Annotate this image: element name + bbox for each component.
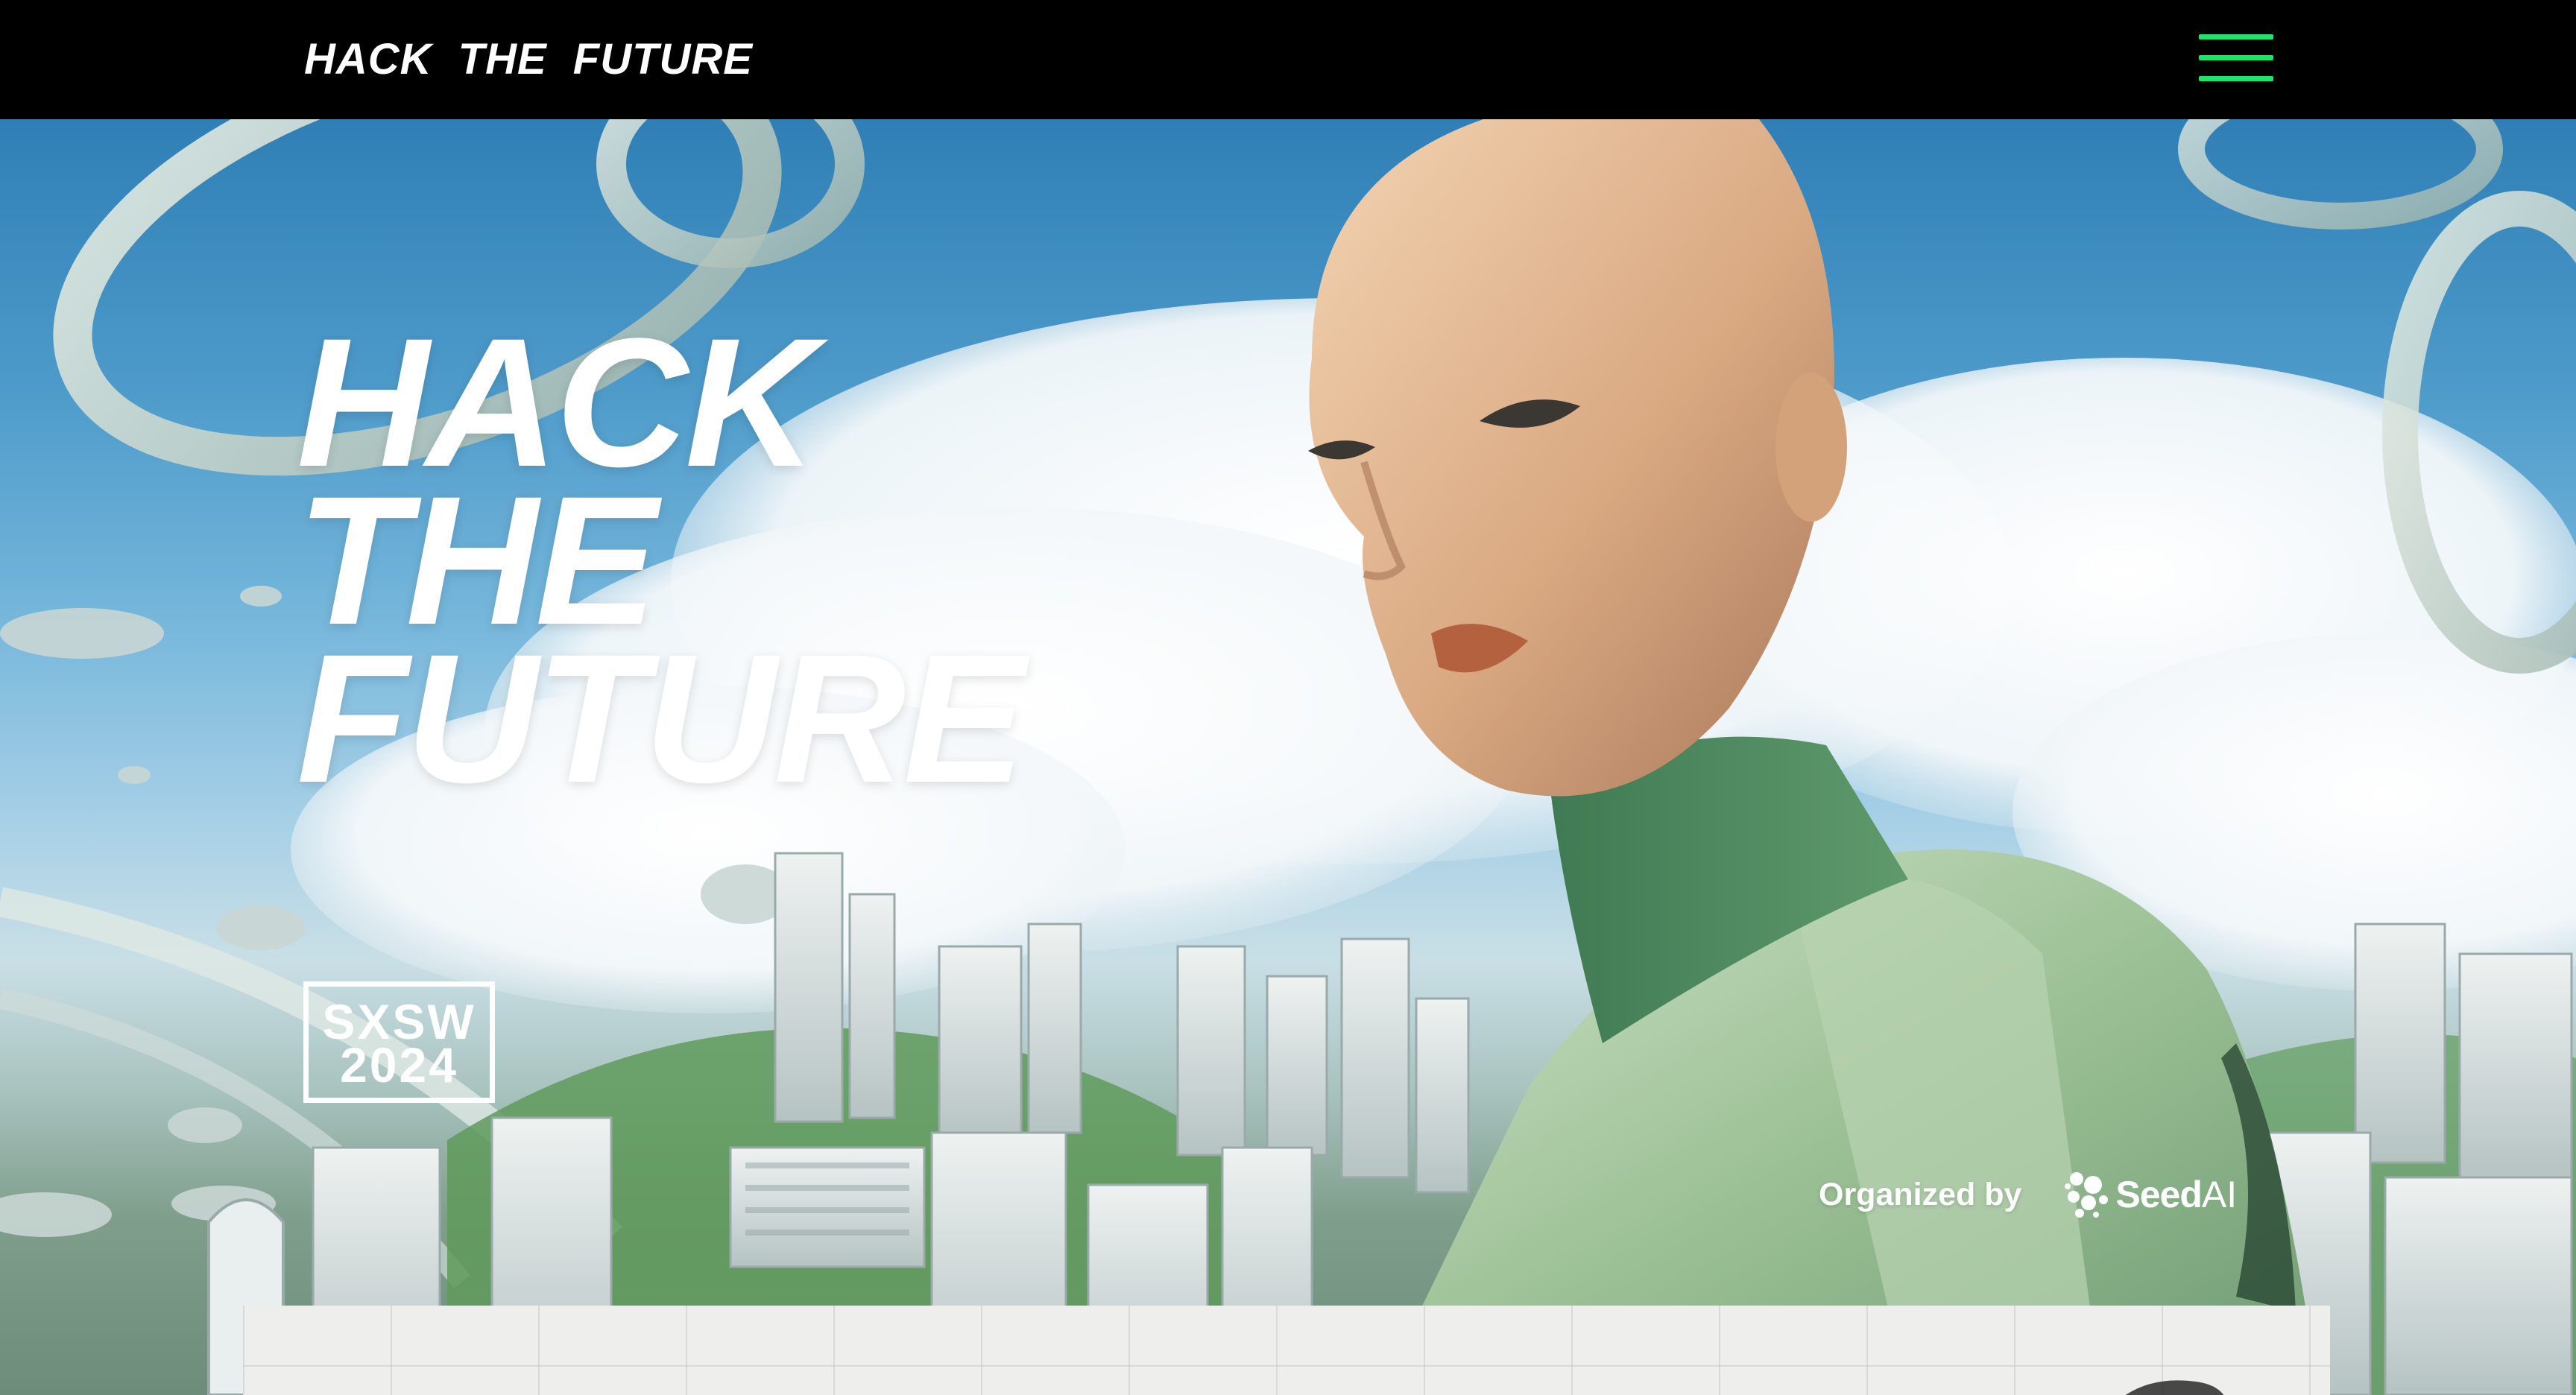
menu-line xyxy=(2199,55,2273,60)
panel-illustration xyxy=(2125,1380,2224,1395)
organized-by-label: Organized by xyxy=(1819,1176,2022,1212)
top-nav: HACK THE FUTURE xyxy=(0,0,2576,119)
organized-by: Organized by Seed AI xyxy=(1819,1161,2237,1228)
content-panel xyxy=(243,1306,2330,1395)
hero-section: HACK THE FUTURE SXSW 2024 Organized by S… xyxy=(0,119,2576,1395)
organizer-name: Seed xyxy=(2115,1174,2203,1215)
seed-ai-logo-link[interactable]: Seed AI xyxy=(2063,1168,2237,1221)
hero-title-line: FUTURE xyxy=(297,616,1026,821)
menu-line xyxy=(2199,34,2273,39)
menu-line xyxy=(2199,76,2273,81)
hero-title: HACK THE FUTURE xyxy=(297,311,1026,821)
badge-line: 2024 xyxy=(340,1037,458,1092)
brand-logo-link[interactable]: HACK THE FUTURE xyxy=(304,34,753,85)
organizer-suffix: AI xyxy=(2201,1174,2238,1215)
page: HACK THE FUTURE HACK THE FUTURE SXSW 202… xyxy=(0,0,2576,1395)
hamburger-menu-icon[interactable] xyxy=(2199,33,2273,85)
seed-ai-logo-icon xyxy=(2065,1172,2109,1218)
sxsw-2024-badge: SXSW 2024 xyxy=(303,981,495,1103)
